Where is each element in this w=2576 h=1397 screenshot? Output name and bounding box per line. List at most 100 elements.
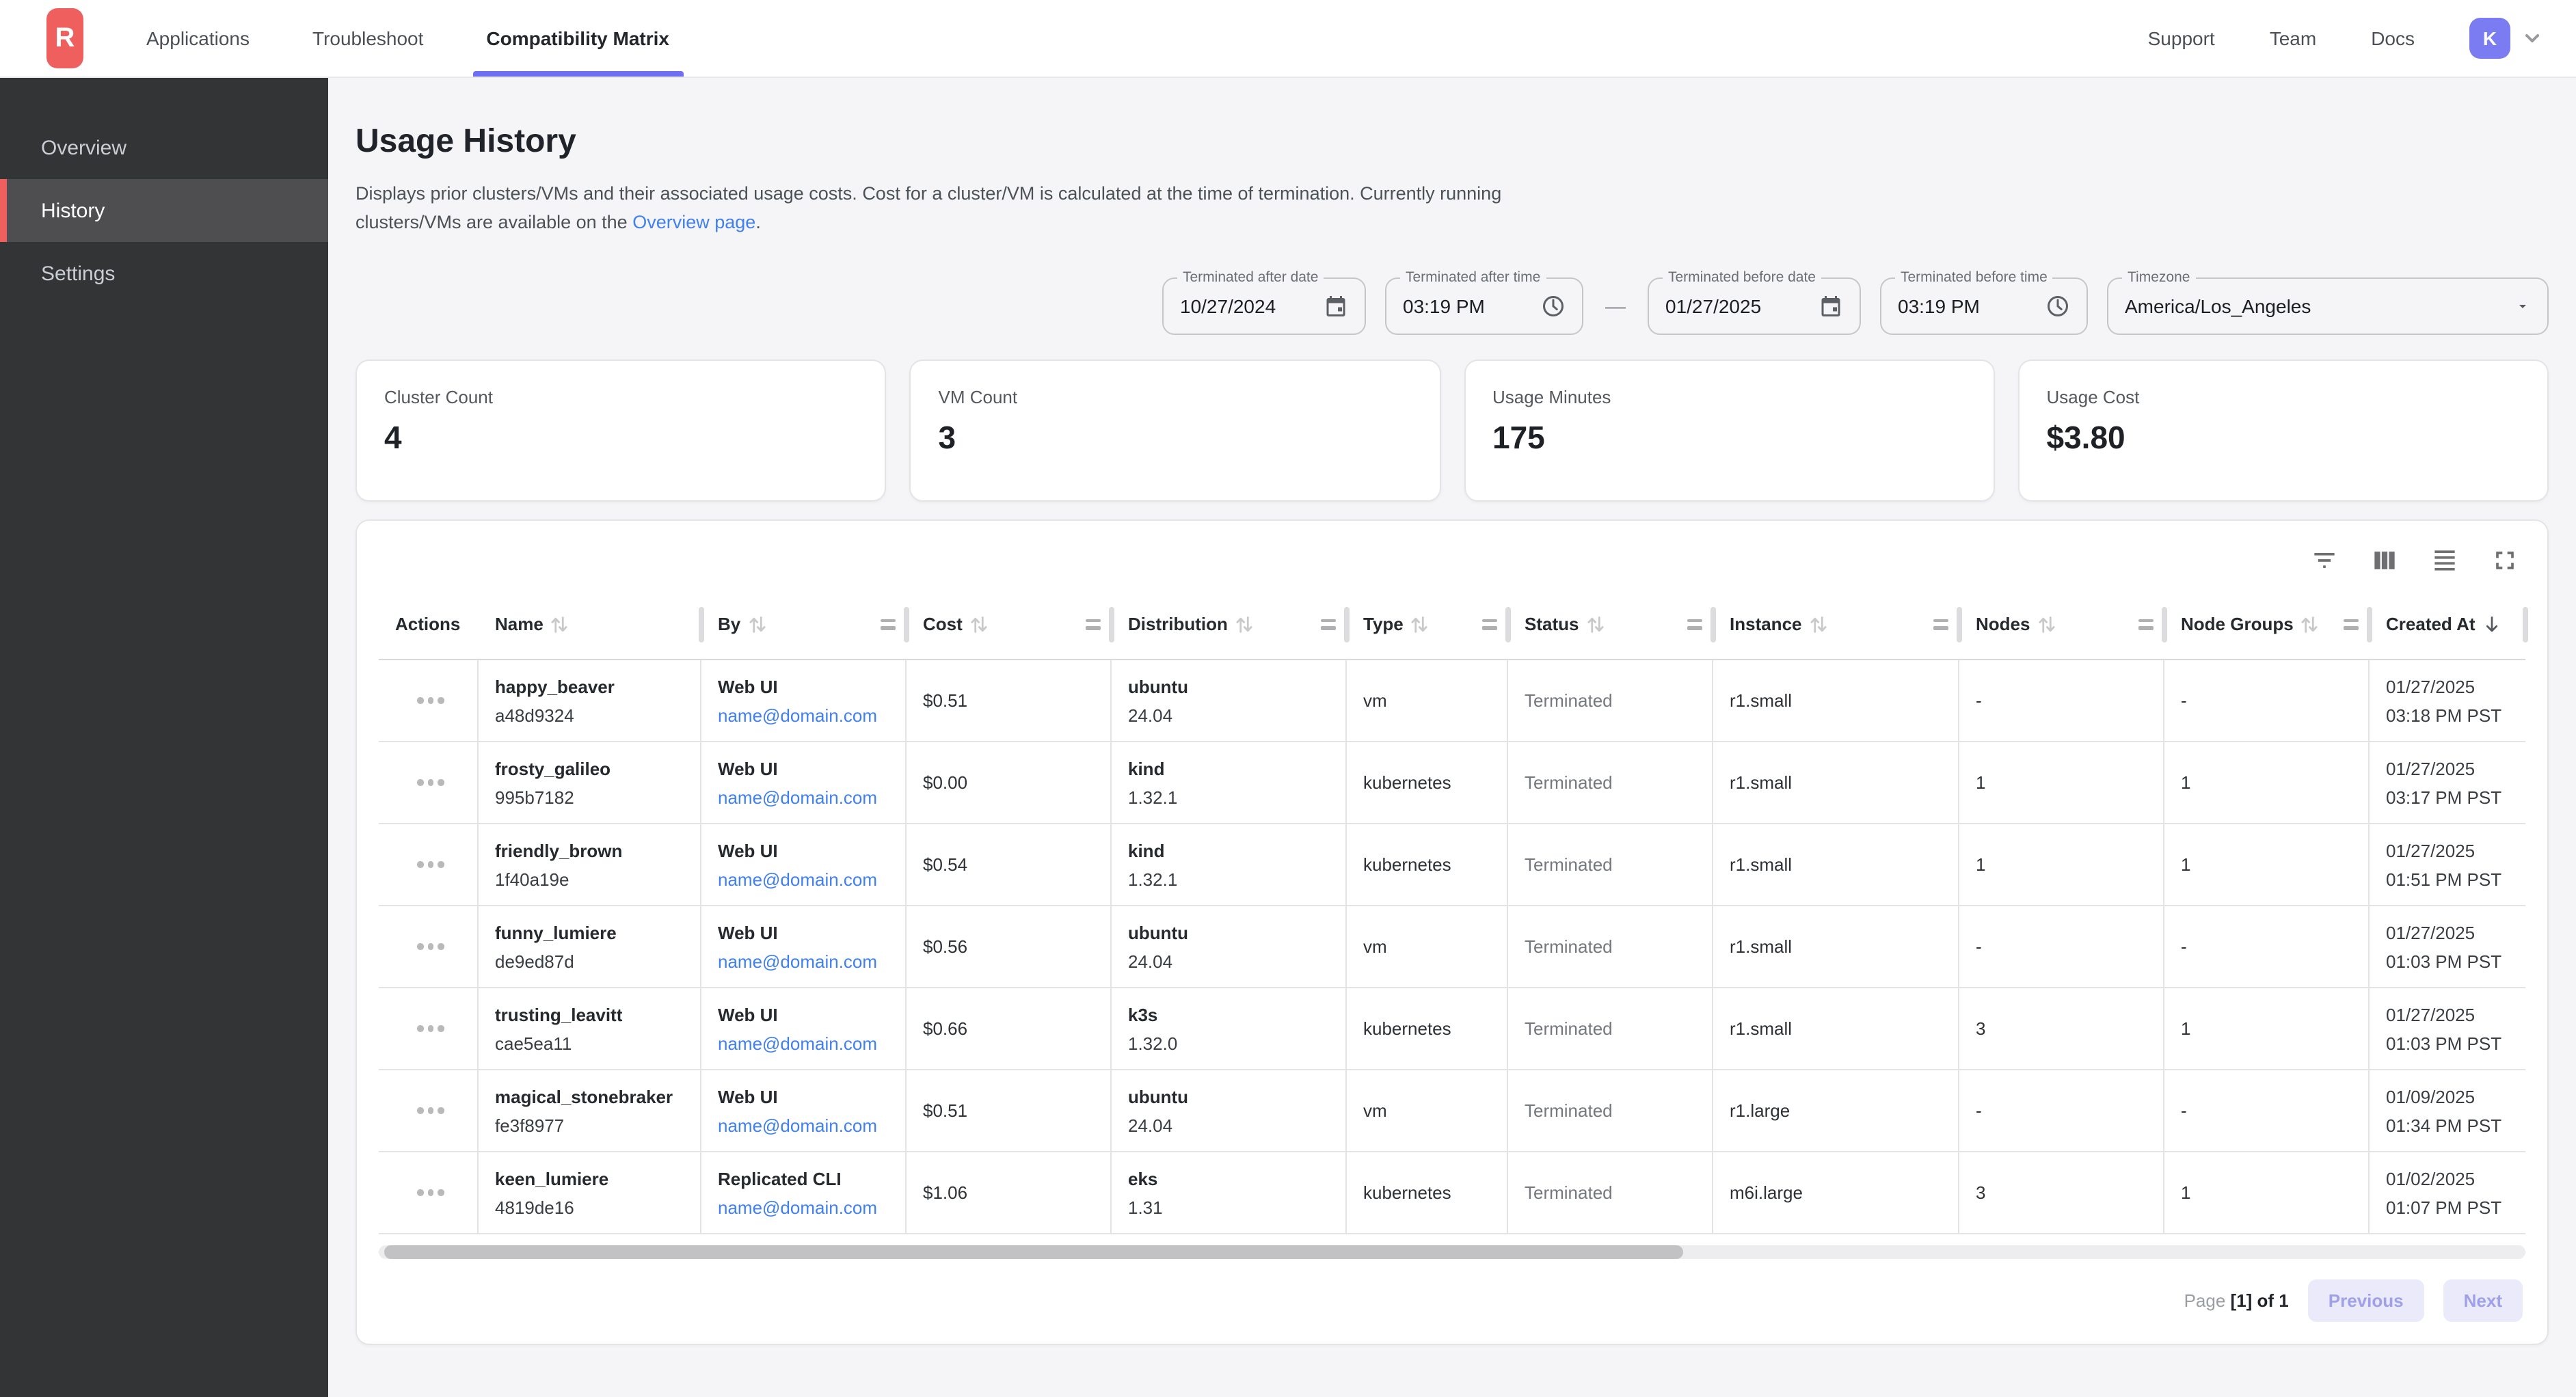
created-by-email-link[interactable]: name@domain.com xyxy=(718,1033,894,1053)
column-header-distribution[interactable]: Distribution xyxy=(1112,589,1347,659)
sort-icon[interactable] xyxy=(550,613,569,635)
terminated-before-time-field[interactable]: Terminated before time 03:19 PM xyxy=(1880,277,2088,335)
nav-tab-applications[interactable]: Applications xyxy=(146,0,250,77)
created-by-source: Web UI xyxy=(718,1004,894,1025)
column-header-nodes[interactable]: Nodes xyxy=(1959,589,2164,659)
sidebar-item-history[interactable]: History xyxy=(0,179,328,242)
created-by-source: Web UI xyxy=(718,922,894,942)
sidebar-item-overview[interactable]: Overview xyxy=(0,116,328,179)
table-row: keen_lumiere 4819de16 Replicated CLI nam… xyxy=(379,1152,2525,1234)
column-header-node-groups[interactable]: Node Groups xyxy=(2164,589,2370,659)
row-actions-menu[interactable] xyxy=(379,988,479,1069)
filter-icon[interactable] xyxy=(2309,545,2339,575)
timezone-select[interactable]: Timezone America/Los_Angeles xyxy=(2107,277,2549,335)
sidebar-item-settings[interactable]: Settings xyxy=(0,242,328,305)
sort-icon[interactable] xyxy=(1410,613,1430,635)
column-drag-handle-icon[interactable] xyxy=(1933,619,1948,629)
column-header-cost[interactable]: Cost xyxy=(907,589,1112,659)
cell-created-at: 01/27/2025 03:17 PM PST xyxy=(2370,742,2528,823)
column-header-type[interactable]: Type xyxy=(1347,589,1508,659)
nodes-value: 3 xyxy=(1976,1018,2152,1039)
created-by-email-link[interactable]: name@domain.com xyxy=(718,869,894,889)
horizontal-scrollbar-thumb[interactable] xyxy=(384,1245,1683,1259)
fullscreen-icon[interactable] xyxy=(2490,545,2520,575)
distribution-version: 1.32.1 xyxy=(1128,787,1334,807)
sort-icon[interactable] xyxy=(747,613,766,635)
cell-distribution: kind 1.32.1 xyxy=(1112,824,1347,905)
column-header-name[interactable]: Name xyxy=(479,589,701,659)
table-row: trusting_leavitt cae5ea11 Web UI name@do… xyxy=(379,988,2525,1070)
terminated-after-time-field[interactable]: Terminated after time 03:19 PM xyxy=(1385,277,1583,335)
nav-tab-compatibility-matrix[interactable]: Compatibility Matrix xyxy=(486,0,669,77)
created-by-email-link[interactable]: name@domain.com xyxy=(718,705,894,725)
column-drag-handle-icon[interactable] xyxy=(881,619,896,629)
cell-status: Terminated xyxy=(1508,660,1713,741)
status-badge: Terminated xyxy=(1525,1182,1701,1203)
replicated-logo[interactable]: R xyxy=(46,8,83,68)
sort-descending-icon[interactable] xyxy=(2482,613,2503,635)
cell-type: kubernetes xyxy=(1347,1152,1508,1233)
column-drag-handle-icon[interactable] xyxy=(1687,619,1702,629)
column-drag-handle-icon[interactable] xyxy=(1482,619,1497,629)
cell-distribution: eks 1.31 xyxy=(1112,1152,1347,1233)
dropdown-arrow-icon xyxy=(2514,298,2531,314)
clock-icon[interactable] xyxy=(1541,294,1566,318)
sort-icon[interactable] xyxy=(1809,613,1828,635)
calendar-icon[interactable] xyxy=(1819,294,1843,318)
sort-icon[interactable] xyxy=(1585,613,1605,635)
cell-node-groups: 1 xyxy=(2164,1152,2370,1233)
row-actions-menu[interactable] xyxy=(379,1152,479,1233)
row-actions-menu[interactable] xyxy=(379,660,479,741)
created-by-email-link[interactable]: name@domain.com xyxy=(718,1115,894,1135)
density-icon[interactable] xyxy=(2430,545,2460,575)
avatar[interactable]: K xyxy=(2469,18,2510,59)
row-actions-menu[interactable] xyxy=(379,906,479,987)
created-by-email-link[interactable]: name@domain.com xyxy=(718,787,894,807)
column-drag-handle-icon[interactable] xyxy=(1321,619,1336,629)
calendar-icon[interactable] xyxy=(1324,294,1348,318)
account-menu[interactable]: K xyxy=(2469,18,2543,59)
column-header-by[interactable]: By xyxy=(701,589,907,659)
nav-link-team[interactable]: Team xyxy=(2270,27,2316,49)
terminated-before-date-field[interactable]: Terminated before date 01/27/2025 xyxy=(1648,277,1861,335)
column-label: Instance xyxy=(1730,614,1802,634)
nav-link-support[interactable]: Support xyxy=(2148,27,2215,49)
created-by-email-link[interactable]: name@domain.com xyxy=(718,1197,894,1217)
distribution-name: eks xyxy=(1128,1168,1334,1189)
column-header-status[interactable]: Status xyxy=(1508,589,1713,659)
cell-node-groups: 1 xyxy=(2164,742,2370,823)
row-actions-menu[interactable] xyxy=(379,824,479,905)
cell-instance: m6i.large xyxy=(1713,1152,1959,1233)
row-actions-menu[interactable] xyxy=(379,1070,479,1151)
table-row: happy_beaver a48d9324 Web UI name@domain… xyxy=(379,660,2525,742)
cell-name: funny_lumiere de9ed87d xyxy=(479,906,701,987)
next-page-button[interactable]: Next xyxy=(2443,1279,2523,1322)
horizontal-scrollbar-track[interactable] xyxy=(379,1245,2525,1259)
clock-icon[interactable] xyxy=(2045,294,2070,318)
sort-icon[interactable] xyxy=(969,613,989,635)
nav-tab-troubleshoot[interactable]: Troubleshoot xyxy=(312,0,423,77)
column-drag-handle-icon[interactable] xyxy=(2138,619,2154,629)
show-hide-columns-icon[interactable] xyxy=(2370,545,2400,575)
row-actions-menu[interactable] xyxy=(379,742,479,823)
cluster-name: happy_beaver xyxy=(495,676,689,696)
terminated-after-date-field[interactable]: Terminated after date 10/27/2024 xyxy=(1162,277,1366,335)
created-by-source: Web UI xyxy=(718,1086,894,1107)
column-header-instance[interactable]: Instance xyxy=(1713,589,1959,659)
column-header-created-at[interactable]: Created At xyxy=(2370,589,2528,659)
sort-icon[interactable] xyxy=(2300,613,2320,635)
column-drag-handle-icon[interactable] xyxy=(2344,619,2359,629)
sort-icon[interactable] xyxy=(2037,613,2056,635)
created-time: 01:34 PM PST xyxy=(2386,1115,2517,1135)
column-label: Distribution xyxy=(1128,614,1228,634)
previous-page-button[interactable]: Previous xyxy=(2308,1279,2424,1322)
sort-icon[interactable] xyxy=(1235,613,1254,635)
status-badge: Terminated xyxy=(1525,1100,1701,1121)
main-content: Usage History Displays prior clusters/VM… xyxy=(328,78,2576,1397)
created-by-email-link[interactable]: name@domain.com xyxy=(718,951,894,971)
column-drag-handle-icon[interactable] xyxy=(1086,619,1101,629)
nav-link-docs[interactable]: Docs xyxy=(2371,27,2415,49)
stat-value: 4 xyxy=(384,420,858,457)
created-time: 01:51 PM PST xyxy=(2386,869,2517,889)
overview-page-link[interactable]: Overview page xyxy=(632,212,755,232)
